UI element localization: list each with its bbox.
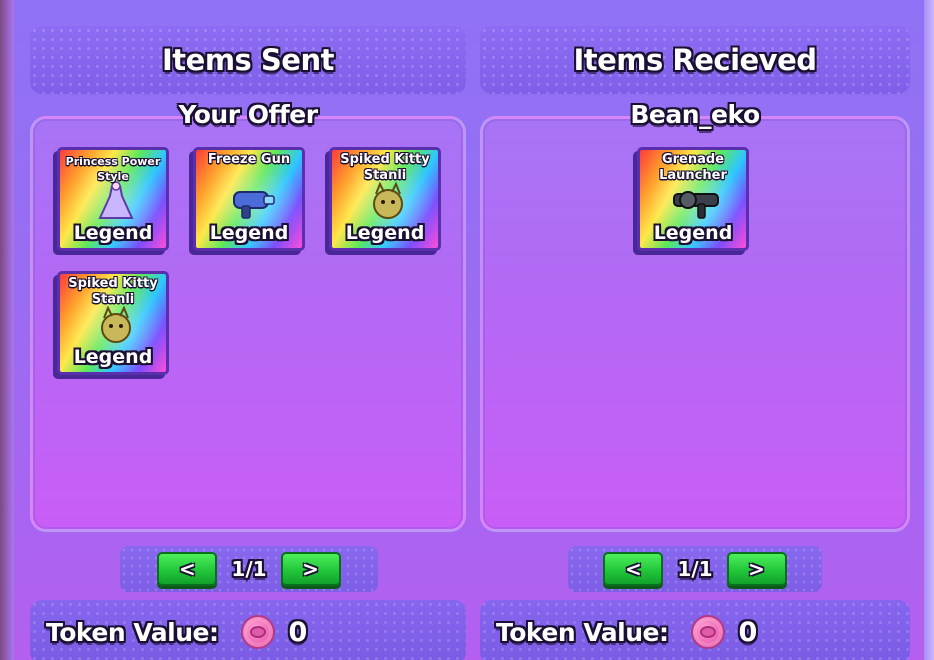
item-card-grenade-launcher[interactable]: Grenade Launcher Legend <box>633 147 749 255</box>
items-sent-panel: Items Sent Princess Power Style Legend F… <box>30 0 466 660</box>
item-name: Princess Power Style <box>65 155 161 183</box>
item-card-face: Freeze Gun Legend <box>193 147 305 251</box>
chevron-left-icon: < <box>625 557 642 581</box>
items-received-header: Items Recieved <box>480 26 910 94</box>
token-coin-icon <box>690 615 725 649</box>
next-page-button[interactable]: > <box>726 552 787 586</box>
item-card-spiked-kitty-stanli[interactable]: Spiked Kitty Stanli Legend <box>325 147 441 255</box>
item-card-freeze-gun[interactable]: Freeze Gun Legend <box>189 147 305 255</box>
grenade-launcher-icon <box>673 191 719 219</box>
princess-dress-icon <box>98 181 134 219</box>
chevron-right-icon: > <box>748 557 765 581</box>
next-page-button[interactable]: > <box>280 552 341 586</box>
token-value-count: 0 <box>738 616 758 648</box>
item-name: Spiked Kitty Stanli <box>340 152 430 183</box>
your-offer-label: Your Offer <box>178 100 318 129</box>
page-indicator: 1/1 <box>231 557 267 581</box>
items-sent-title: Items Sent <box>162 43 334 77</box>
item-name: Grenade Launcher <box>659 152 727 183</box>
item-name: Freeze Gun <box>207 152 291 167</box>
token-value-label: Token Value: <box>46 617 219 647</box>
item-card-face: Princess Power Style Legend <box>57 147 169 251</box>
prev-page-button[interactable]: < <box>157 552 218 586</box>
freeze-gun-icon <box>233 191 275 219</box>
your-offer-items-box: Princess Power Style Legend Freeze Gun L… <box>30 116 466 532</box>
item-card-face: Spiked Kitty Stanli Legend <box>57 271 169 375</box>
prev-page-button[interactable]: < <box>603 552 664 586</box>
token-value-count: 0 <box>288 616 308 648</box>
items-sent-pager: < 1/1 > <box>120 546 378 592</box>
window-frame-left <box>0 0 14 660</box>
chevron-right-icon: > <box>302 557 319 581</box>
item-card-face: Spiked Kitty Stanli Legend <box>329 147 441 251</box>
item-rarity: Legend <box>73 222 153 244</box>
token-coin-icon <box>240 615 275 649</box>
items-received-pager: < 1/1 > <box>568 546 822 592</box>
window-frame-right <box>924 0 934 660</box>
item-card-princess-power-style[interactable]: Princess Power Style Legend <box>53 147 169 255</box>
spiked-kitty-icon <box>101 305 131 343</box>
partner-items-box: Grenade Launcher Legend <box>480 116 910 532</box>
item-rarity: Legend <box>653 222 733 244</box>
item-card-spiked-kitty-stanli[interactable]: Spiked Kitty Stanli Legend <box>53 271 169 379</box>
items-received-title: Items Recieved <box>573 43 817 77</box>
item-rarity: Legend <box>209 222 289 244</box>
token-value-bar: Token Value: 0 <box>480 600 910 660</box>
page-indicator: 1/1 <box>677 557 713 581</box>
item-card-face: Grenade Launcher Legend <box>637 147 749 251</box>
item-rarity: Legend <box>345 222 425 244</box>
items-sent-header: Items Sent <box>30 26 466 94</box>
partner-username-label: Bean_eko <box>630 100 760 129</box>
items-received-panel: Items Recieved Grenade Launcher Legend B… <box>480 0 910 660</box>
item-name: Spiked Kitty Stanli <box>68 276 158 307</box>
item-rarity: Legend <box>73 346 153 368</box>
token-coin-inner <box>249 626 266 638</box>
token-value-bar: Token Value: 0 <box>30 600 466 660</box>
spiked-kitty-icon <box>373 181 403 219</box>
chevron-left-icon: < <box>179 557 196 581</box>
token-value-label: Token Value: <box>496 617 669 647</box>
token-coin-inner <box>699 626 716 638</box>
